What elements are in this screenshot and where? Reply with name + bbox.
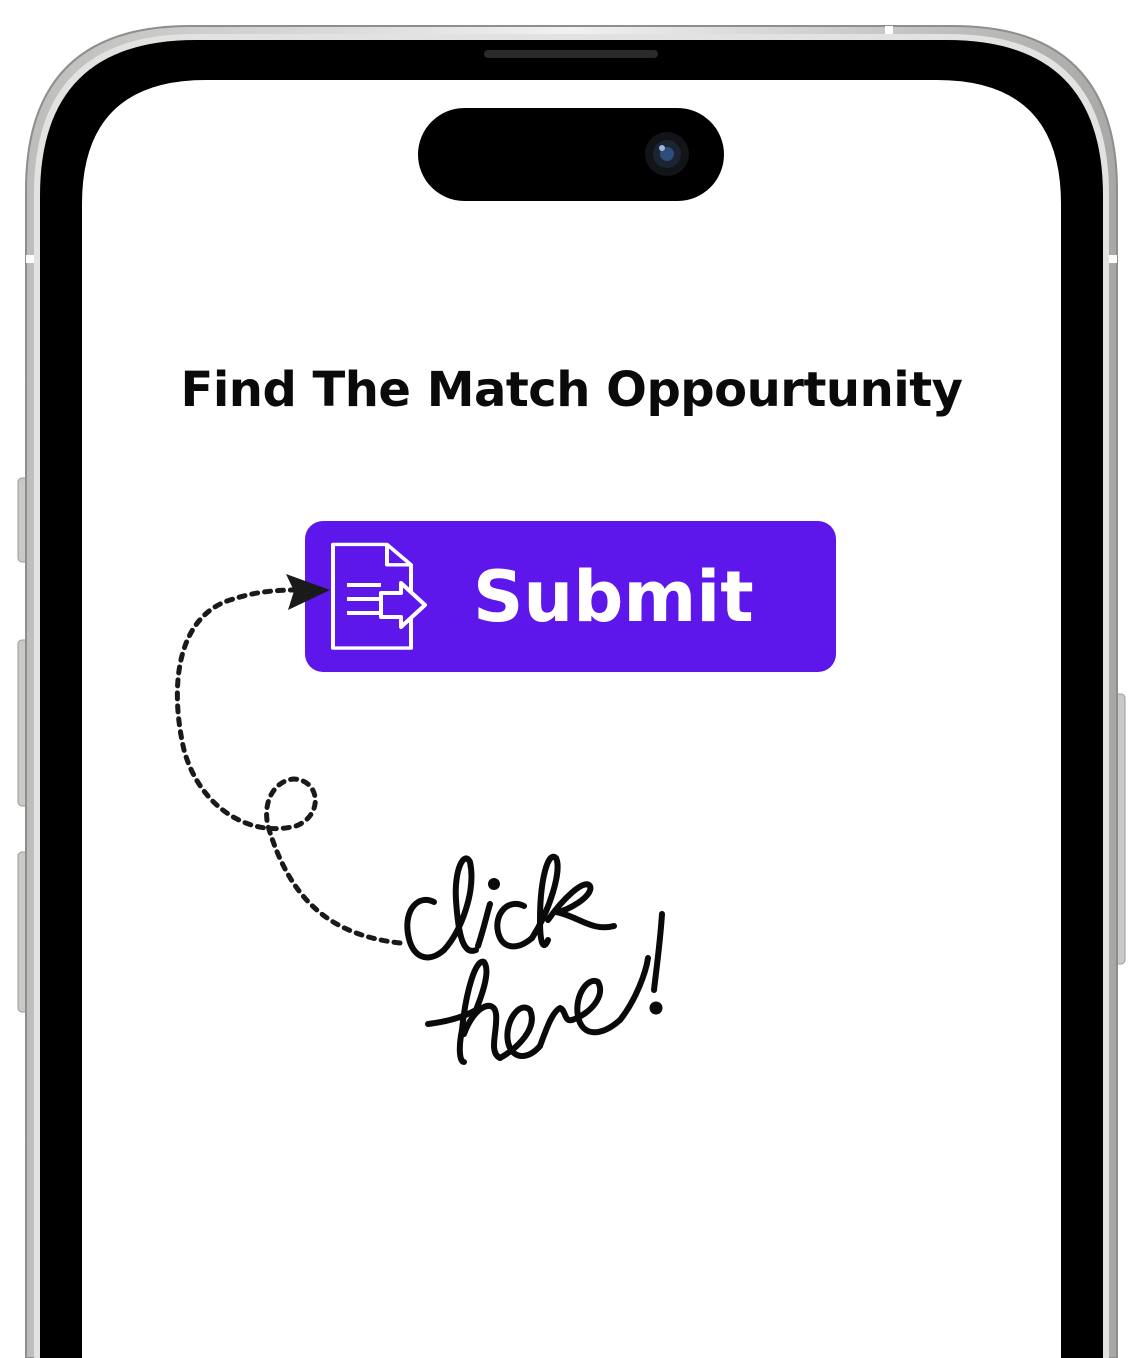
phone-frame xyxy=(17,25,1126,1358)
document-arrow-icon xyxy=(331,542,427,650)
page-title: Find The Match Oppourtunity xyxy=(180,362,963,418)
earpiece-speaker xyxy=(484,50,658,58)
submit-button[interactable]: Submit xyxy=(305,521,836,672)
phone-mockup: Find The Match Oppourtunity Submit xyxy=(0,0,1143,1358)
submit-button-label: Submit xyxy=(473,556,754,638)
screen xyxy=(82,80,1061,1358)
